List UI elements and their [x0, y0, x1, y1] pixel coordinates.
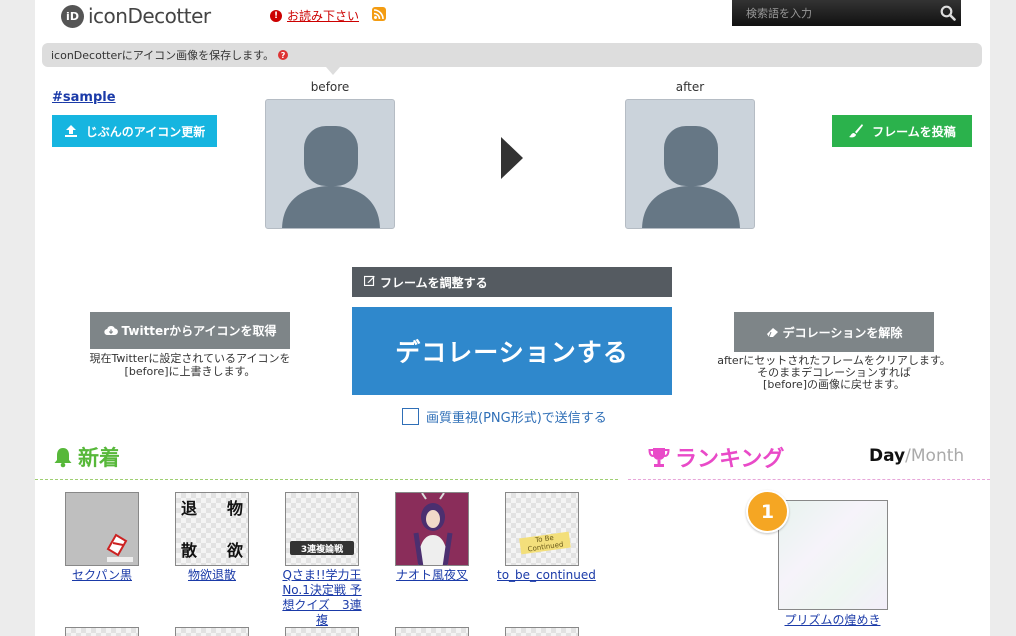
png-checkbox[interactable] [402, 408, 419, 425]
info-text: iconDecotterにアイコン画像を保存します。 [51, 49, 275, 62]
search-bar[interactable]: 検索語を入力 [732, 0, 961, 26]
info-bar-pointer [326, 67, 340, 75]
thumbnail[interactable]: 3連複論戦 [285, 492, 359, 566]
brush-icon [848, 123, 864, 139]
adjust-frame-button-label: フレームを調整する [380, 275, 488, 290]
twitter-fetch-button-label: Twitterからアイコンを取得 [121, 324, 277, 338]
edit-icon [363, 275, 375, 289]
new-section-divider [35, 479, 618, 480]
cloud-download-icon [103, 325, 118, 336]
new-section-title-text: 新着 [78, 446, 120, 470]
new-item[interactable] [497, 627, 587, 636]
after-icon-slot[interactable] [625, 99, 755, 229]
thumbnail[interactable] [285, 627, 359, 636]
eraser-icon [766, 327, 779, 338]
sample-link-label: sample [62, 90, 116, 105]
thumbnail[interactable]: To Be Continued [505, 492, 579, 566]
clear-decoration-button[interactable]: デコレーションを解除 [734, 312, 934, 352]
adjust-frame-button[interactable]: フレームを調整する [352, 267, 672, 297]
new-item-caption[interactable]: Qさま!!学力王No.1決定戦 予想クイズ 3連複 [277, 568, 367, 628]
clear-description: afterにセットされたフレームをクリアします。 そのままデコレーションすれば … [695, 355, 973, 391]
upload-icon [64, 124, 78, 138]
new-item-caption[interactable]: 物欲退散 [167, 568, 257, 583]
png-option[interactable]: 画質重視(PNG形式)で送信する [402, 407, 607, 426]
decorate-button[interactable]: デコレーションする [352, 307, 672, 395]
new-section-title: 新着 [52, 442, 120, 472]
new-item[interactable]: To Be Continued to_be_continued [497, 492, 596, 583]
after-label: after [675, 80, 705, 94]
before-label: before [310, 80, 350, 94]
thumbnail[interactable] [505, 627, 579, 636]
post-frame-button-label: フレームを投稿 [872, 124, 956, 139]
thumbnail-sign: To Be Continued [519, 531, 571, 555]
twitter-fetch-button[interactable]: Twitterからアイコンを取得 [90, 312, 290, 349]
thumbnail[interactable]: 退 物 散 欲 [175, 492, 249, 566]
info-bar: iconDecotterにアイコン画像を保存します。 ? [42, 43, 982, 67]
new-item[interactable] [277, 627, 367, 636]
new-item[interactable] [387, 627, 477, 636]
ranking-tabs: Day/Month [869, 446, 964, 466]
alert-icon: ! [270, 9, 282, 22]
bell-icon [52, 446, 74, 468]
default-avatar-icon [282, 126, 380, 228]
clear-decoration-button-label: デコレーションを解除 [782, 325, 903, 340]
rss-icon[interactable] [372, 7, 386, 21]
thumbnail[interactable] [175, 627, 249, 636]
new-item[interactable]: 退 物 散 欲 物欲退散 [167, 492, 257, 583]
logo-text: iconDecotter [88, 4, 211, 28]
tab-day[interactable]: Day [869, 446, 905, 466]
default-avatar-icon [642, 126, 740, 228]
logo-mark: iD [61, 4, 84, 28]
thumbnail[interactable] [395, 627, 469, 636]
thumbnail-char: 物 [226, 499, 243, 518]
arrow-right-icon [501, 137, 523, 179]
hash-icon: # [52, 90, 63, 105]
sample-link[interactable]: #sample [52, 90, 116, 105]
thumbnail-char: 退 [181, 499, 198, 518]
new-item[interactable]: ナオト風夜叉 [387, 492, 477, 583]
search-input[interactable]: 検索語を入力 [746, 5, 935, 21]
png-checkbox-label[interactable]: 画質重視(PNG形式)で送信する [426, 407, 607, 426]
new-item-caption[interactable]: to_be_continued [497, 568, 596, 583]
thumbnail-char: 散 [181, 541, 198, 560]
new-item-caption[interactable]: セクパン黒 [57, 568, 147, 583]
page: iD iconDecotter ! お読み下さい 検索語を入力 iconDeco… [35, 0, 990, 636]
ranking-section-title: ランキング [648, 441, 784, 473]
new-item[interactable] [167, 627, 257, 636]
rank-badge: 1 [746, 490, 789, 533]
thumbnail[interactable] [65, 627, 139, 636]
new-item-caption[interactable]: ナオト風夜叉 [387, 568, 477, 583]
ranking-item-caption[interactable]: プリズムの煌めき [765, 611, 900, 628]
search-icon[interactable] [935, 0, 961, 26]
ranking-section-title-text: ランキング [675, 447, 785, 472]
before-icon-slot[interactable] [265, 99, 395, 229]
tab-month[interactable]: Month [911, 446, 964, 466]
new-item[interactable] [57, 627, 147, 636]
twitter-description-line: 現在Twitterに設定されているアイコンを [89, 352, 291, 365]
readme-link[interactable]: お読み下さい [287, 7, 359, 24]
twitter-description: 現在Twitterに設定されているアイコンを [before]に上書きします。 [75, 352, 305, 378]
site-logo[interactable]: iD iconDecotter [61, 4, 211, 28]
thumbnail[interactable] [395, 492, 469, 566]
clear-description-line: [before]の画像に戻せます。 [763, 378, 905, 391]
new-item[interactable]: 3連複論戦 Qさま!!学力王No.1決定戦 予想クイズ 3連複 [277, 492, 367, 628]
thumbnail-char: 欲 [226, 541, 243, 560]
twitter-description-line: [before]に上書きします。 [124, 365, 256, 378]
new-item[interactable]: セクパン黒 [57, 492, 147, 583]
update-icon-button-label: じぶんのアイコン更新 [85, 124, 206, 139]
post-frame-button[interactable]: フレームを投稿 [832, 115, 972, 147]
update-icon-button[interactable]: じぶんのアイコン更新 [52, 115, 217, 147]
trophy-icon [648, 446, 670, 468]
readme-notice: ! お読み下さい [270, 7, 359, 24]
ranking-section-divider [628, 479, 990, 480]
thumbnail-stamp: 3連複論戦 [290, 541, 354, 555]
thumbnail[interactable] [65, 492, 139, 566]
help-icon[interactable]: ? [278, 50, 289, 60]
thumbnail[interactable] [777, 500, 888, 610]
